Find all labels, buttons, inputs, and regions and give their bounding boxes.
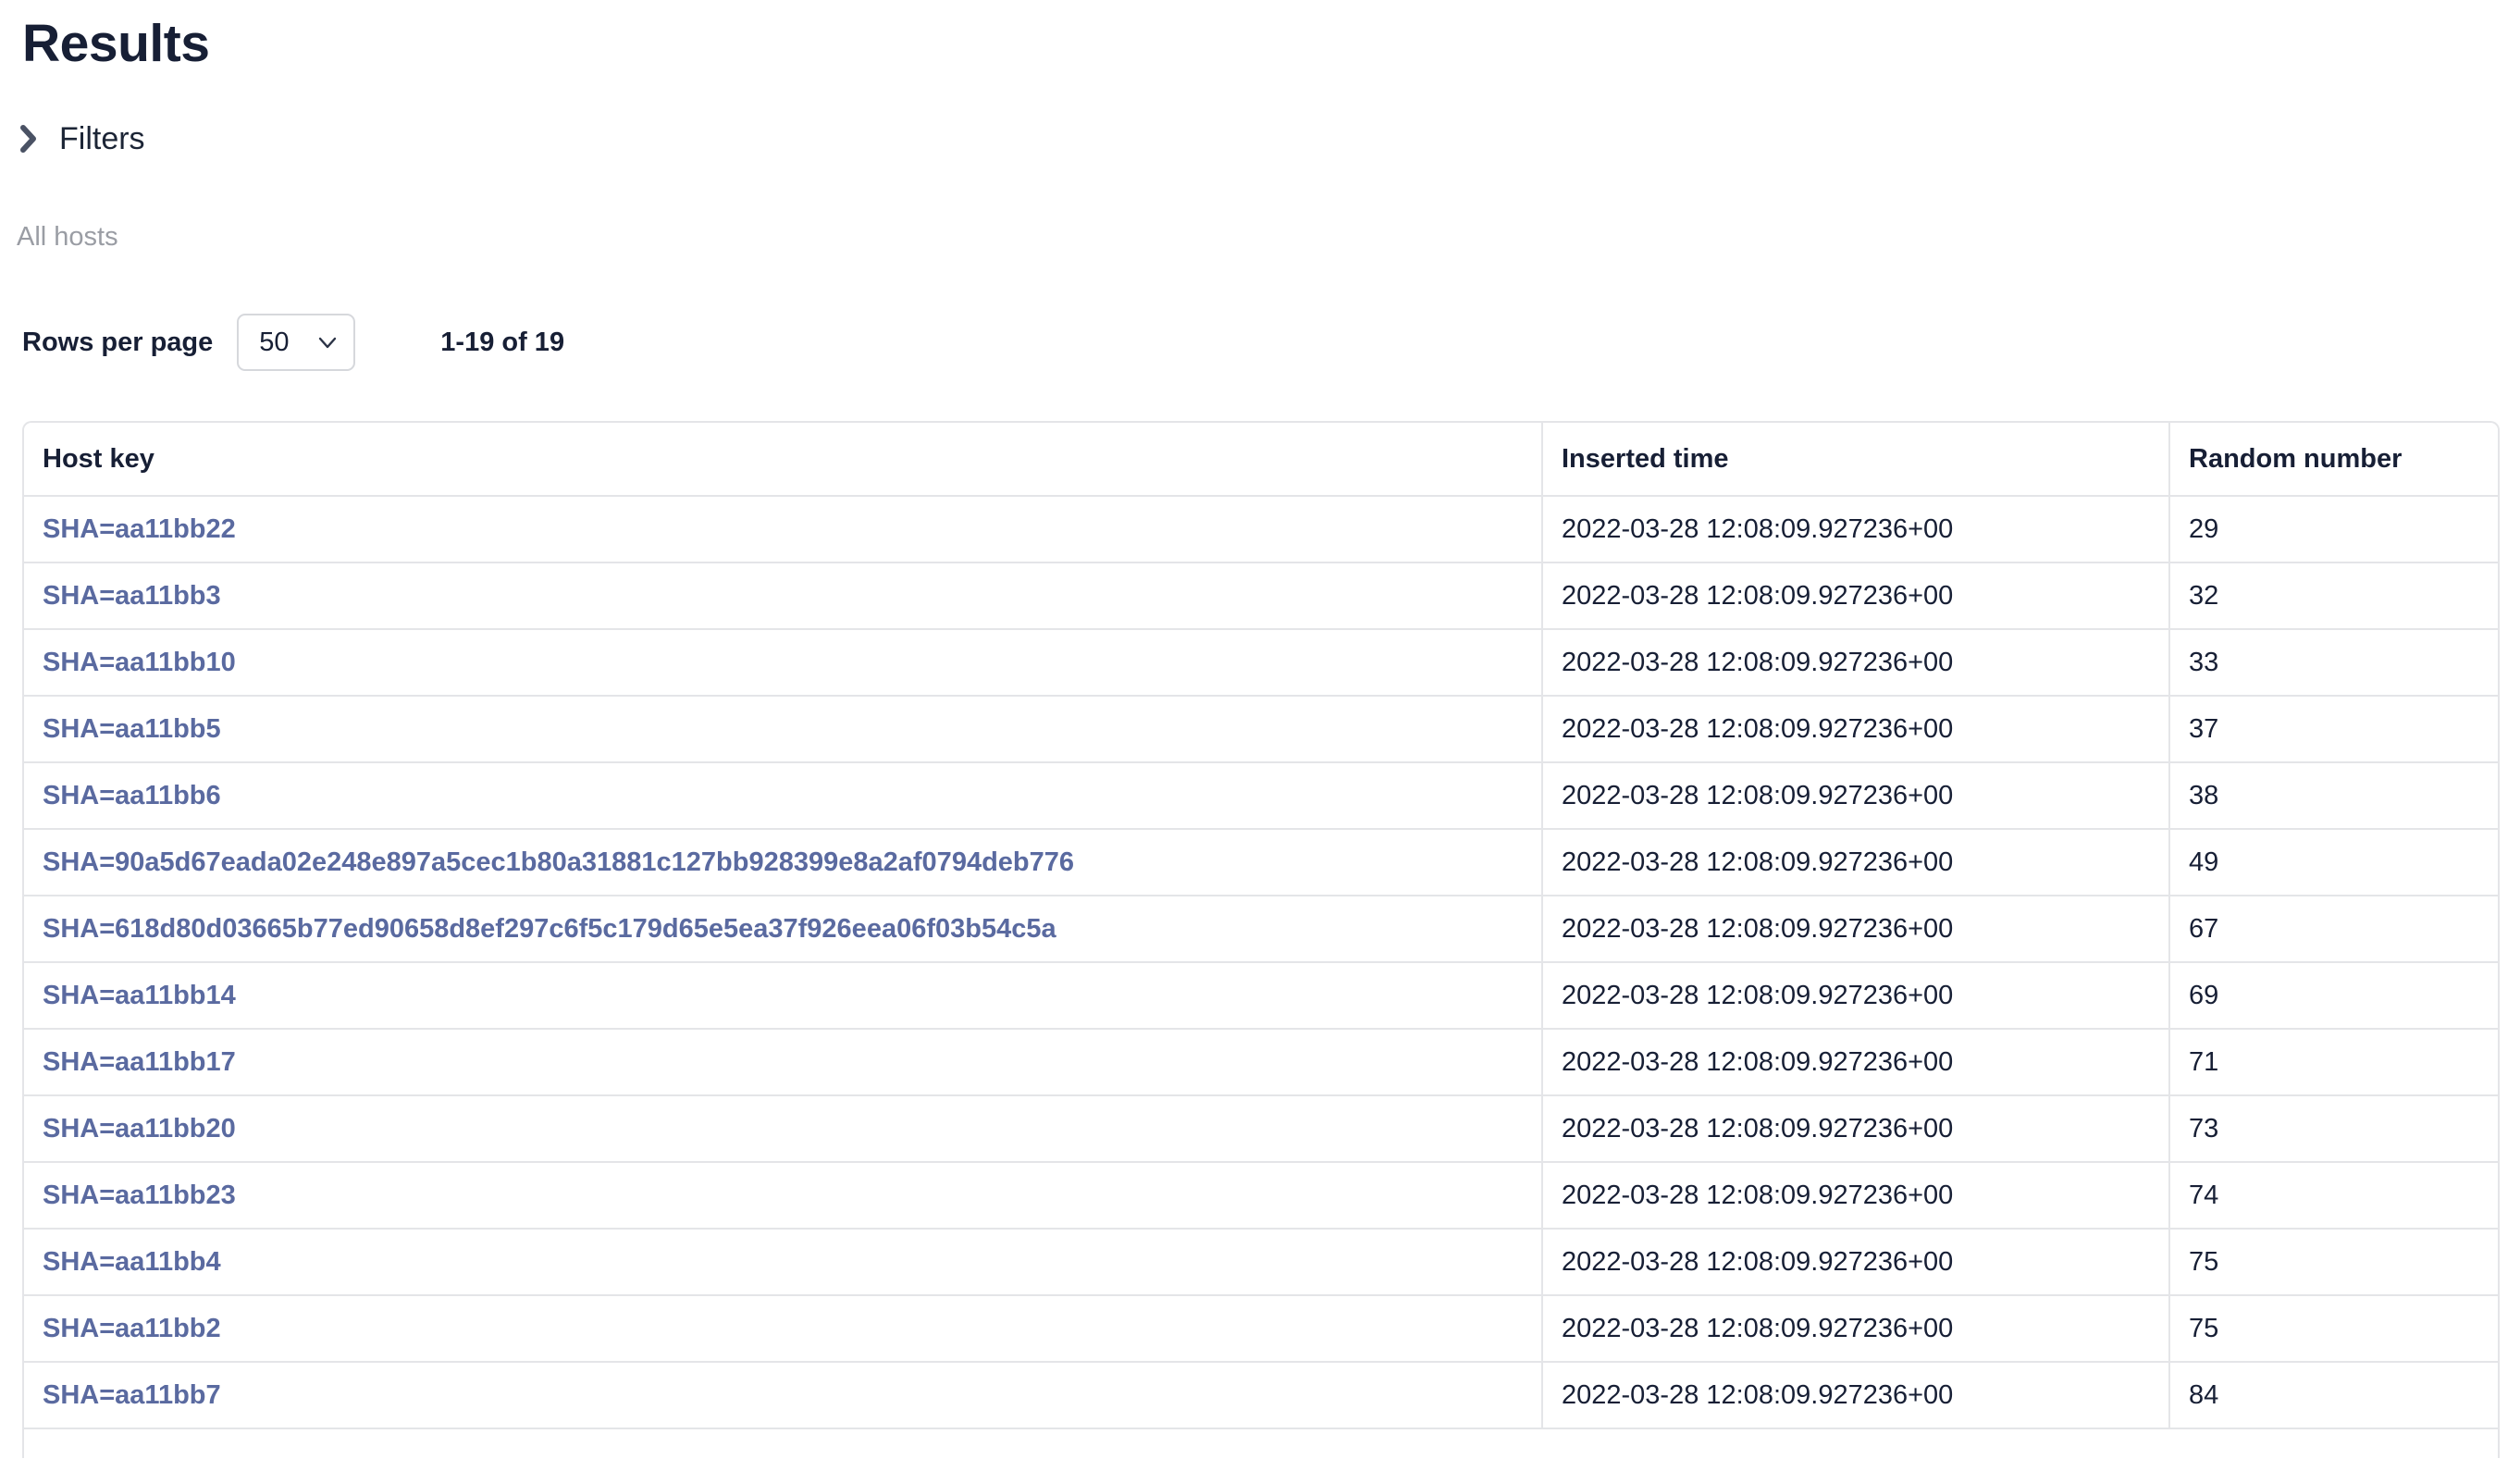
host-key-cell: SHA=aa11bb17 (24, 1030, 1541, 1096)
host-key-cell: SHA=90a5d67eada02e248e897a5cec1b80a31881… (24, 830, 1541, 896)
inserted-time-cell: 2022-03-28 12:08:09.927236+00 (1541, 630, 2168, 697)
page-title: Results (22, 13, 2500, 74)
host-key-cell: SHA=aa11bb4 (24, 1230, 1541, 1296)
table-row: SHA=aa11bb10 2022-03-28 12:08:09.927236+… (24, 630, 2498, 697)
table-row: SHA=aa11bb17 2022-03-28 12:08:09.927236+… (24, 1030, 2498, 1096)
host-key-cell: SHA=aa11bb20 (24, 1096, 1541, 1163)
host-key-link[interactable]: SHA=aa11bb23 (43, 1181, 236, 1210)
inserted-time-cell: 2022-03-28 12:08:09.927236+00 (1541, 1096, 2168, 1163)
host-key-cell: SHA=aa11bb14 (24, 963, 1541, 1030)
random-number-cell: 69 (2168, 963, 2498, 1030)
host-key-cell: SHA=aa11bb6 (24, 763, 1541, 830)
table-row: SHA=aa11bb20 2022-03-28 12:08:09.927236+… (24, 1096, 2498, 1163)
inserted-time-cell: 2022-03-28 12:08:09.927236+00 (1541, 1296, 2168, 1363)
table-row: SHA=aa11bb4 2022-03-28 12:08:09.927236+0… (24, 1230, 2498, 1296)
table-row: SHA=90a5d67eada02e248e897a5cec1b80a31881… (24, 830, 2498, 896)
hosts-scope-text: All hosts (17, 220, 2500, 253)
column-header-random-number[interactable]: Random number (2168, 423, 2498, 497)
random-number-cell: 75 (2168, 1230, 2498, 1296)
random-number-cell: 74 (2168, 1163, 2498, 1230)
host-key-cell: SHA=618d80d03665b77ed90658d8ef297c6f5c17… (24, 896, 1541, 963)
host-key-link[interactable]: SHA=aa11bb14 (43, 981, 236, 1010)
inserted-time-cell: 2022-03-28 12:08:09.927236+00 (1541, 1030, 2168, 1096)
host-key-link[interactable]: SHA=aa11bb4 (43, 1247, 221, 1277)
table-row: SHA=aa11bb5 2022-03-28 12:08:09.927236+0… (24, 697, 2498, 763)
inserted-time-cell: 2022-03-28 12:08:09.927236+00 (1541, 1363, 2168, 1429)
results-page: Results Filters All hosts Rows per page … (0, 13, 2520, 1458)
chevron-down-icon (316, 331, 339, 353)
table-body: SHA=aa11bb22 2022-03-28 12:08:09.927236+… (24, 497, 2498, 1429)
inserted-time-cell: 2022-03-28 12:08:09.927236+00 (1541, 497, 2168, 563)
results-table: Host key Inserted time Random number SHA… (22, 421, 2500, 1458)
table-row: SHA=aa11bb22 2022-03-28 12:08:09.927236+… (24, 497, 2498, 563)
host-key-cell: SHA=aa11bb7 (24, 1363, 1541, 1429)
rows-per-page-value: 50 (259, 328, 289, 358)
inserted-time-cell: 2022-03-28 12:08:09.927236+00 (1541, 1163, 2168, 1230)
host-key-cell: SHA=aa11bb10 (24, 630, 1541, 697)
rows-per-page-select[interactable]: 50 (237, 314, 355, 371)
host-key-cell: SHA=aa11bb22 (24, 497, 1541, 563)
host-key-link[interactable]: SHA=aa11bb10 (43, 648, 236, 677)
inserted-time-cell: 2022-03-28 12:08:09.927236+00 (1541, 1230, 2168, 1296)
host-key-cell: SHA=aa11bb23 (24, 1163, 1541, 1230)
host-key-cell: SHA=aa11bb5 (24, 697, 1541, 763)
host-key-link[interactable]: SHA=aa11bb7 (43, 1380, 221, 1410)
host-key-cell: SHA=aa11bb2 (24, 1296, 1541, 1363)
pagination-range-text: 1-19 of 19 (440, 328, 564, 358)
random-number-cell: 29 (2168, 497, 2498, 563)
random-number-cell: 71 (2168, 1030, 2498, 1096)
table-row: SHA=aa11bb14 2022-03-28 12:08:09.927236+… (24, 963, 2498, 1030)
filters-label: Filters (59, 121, 145, 157)
inserted-time-cell: 2022-03-28 12:08:09.927236+00 (1541, 697, 2168, 763)
random-number-cell: 73 (2168, 1096, 2498, 1163)
host-key-link[interactable]: SHA=aa11bb5 (43, 714, 221, 744)
random-number-cell: 37 (2168, 697, 2498, 763)
table-header-row: Host key Inserted time Random number (24, 423, 2498, 497)
random-number-cell: 49 (2168, 830, 2498, 896)
table-row: SHA=618d80d03665b77ed90658d8ef297c6f5c17… (24, 896, 2498, 963)
column-header-host-key[interactable]: Host key (24, 423, 1541, 497)
random-number-cell: 33 (2168, 630, 2498, 697)
random-number-cell: 84 (2168, 1363, 2498, 1429)
table-row: SHA=aa11bb3 2022-03-28 12:08:09.927236+0… (24, 563, 2498, 630)
inserted-time-cell: 2022-03-28 12:08:09.927236+00 (1541, 896, 2168, 963)
column-header-inserted-time[interactable]: Inserted time (1541, 423, 2168, 497)
host-key-cell: SHA=aa11bb3 (24, 563, 1541, 630)
filters-toggle[interactable]: Filters (19, 120, 2500, 157)
rows-per-page-label: Rows per page (22, 328, 213, 358)
chevron-right-icon (19, 123, 39, 155)
random-number-cell: 32 (2168, 563, 2498, 630)
inserted-time-cell: 2022-03-28 12:08:09.927236+00 (1541, 563, 2168, 630)
host-key-link[interactable]: SHA=aa11bb6 (43, 781, 221, 810)
host-key-link[interactable]: SHA=90a5d67eada02e248e897a5cec1b80a31881… (43, 847, 1074, 877)
host-key-link[interactable]: SHA=aa11bb2 (43, 1314, 221, 1343)
table-row: SHA=aa11bb23 2022-03-28 12:08:09.927236+… (24, 1163, 2498, 1230)
host-key-link[interactable]: SHA=aa11bb3 (43, 581, 221, 611)
random-number-cell: 75 (2168, 1296, 2498, 1363)
random-number-cell: 38 (2168, 763, 2498, 830)
host-key-link[interactable]: SHA=aa11bb17 (43, 1047, 236, 1077)
host-key-link[interactable]: SHA=aa11bb22 (43, 514, 236, 544)
table-row: SHA=aa11bb2 2022-03-28 12:08:09.927236+0… (24, 1296, 2498, 1363)
host-key-link[interactable]: SHA=618d80d03665b77ed90658d8ef297c6f5c17… (43, 914, 1056, 944)
inserted-time-cell: 2022-03-28 12:08:09.927236+00 (1541, 963, 2168, 1030)
host-key-link[interactable]: SHA=aa11bb20 (43, 1114, 236, 1143)
table-row: SHA=aa11bb7 2022-03-28 12:08:09.927236+0… (24, 1363, 2498, 1429)
inserted-time-cell: 2022-03-28 12:08:09.927236+00 (1541, 763, 2168, 830)
inserted-time-cell: 2022-03-28 12:08:09.927236+00 (1541, 830, 2168, 896)
pagination-toolbar: Rows per page 50 1-19 of 19 (22, 313, 2500, 372)
table-row: SHA=aa11bb6 2022-03-28 12:08:09.927236+0… (24, 763, 2498, 830)
random-number-cell: 67 (2168, 896, 2498, 963)
